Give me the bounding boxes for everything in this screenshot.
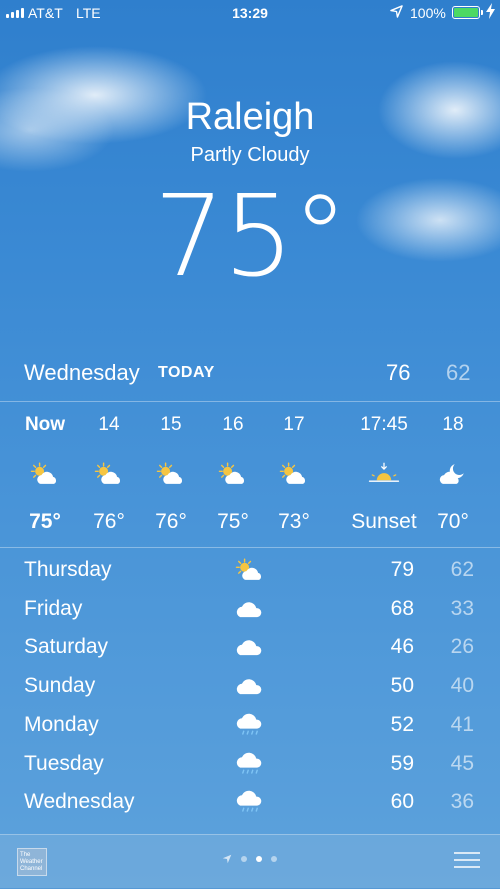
daily-low: 33 (450, 596, 474, 620)
rain-icon (232, 788, 268, 818)
daily-high: 79 (390, 558, 414, 581)
hourly-time-label: 17:45 (360, 414, 408, 435)
status-bar: AT&T LTE 13:29 100% (0, 0, 500, 26)
partly-cloudy-icon (10, 460, 80, 490)
daily-day-name: Wednesday (24, 790, 135, 814)
daily-forecast-row: Wednesday 60 36 (0, 786, 500, 824)
daily-high: 50 (390, 674, 414, 698)
city-name: Raleigh (185, 96, 315, 138)
daily-low: 45 (450, 751, 474, 775)
battery-percentage: 100% (410, 5, 446, 21)
hourly-time-label: 17 (283, 414, 305, 435)
divider (0, 401, 500, 402)
partly-cloudy-icon (232, 556, 268, 586)
page-indicator[interactable] (222, 854, 277, 864)
cloud-icon (232, 595, 268, 625)
battery-icon (452, 6, 480, 19)
hourly-temperature: 76° (155, 510, 187, 533)
daily-day-name: Friday (24, 596, 83, 620)
charging-bolt-icon (486, 3, 495, 22)
current-condition: Partly Cloudy (190, 144, 310, 166)
hourly-time-label: 16 (222, 414, 244, 435)
daily-forecast-row: Friday 68 33 (0, 593, 500, 631)
page-dot (241, 856, 247, 862)
current-location-icon (222, 854, 232, 864)
daily-forecast-row: Thursday 79 62 (0, 554, 500, 592)
daily-forecast-row: Tuesday 59 45 (0, 748, 500, 786)
page-dot (271, 856, 277, 862)
weather-channel-logo[interactable]: The Weather Channel (17, 848, 47, 876)
hourly-time-label: 15 (160, 414, 182, 435)
hourly-temperature: 75° (29, 510, 61, 533)
rain-icon (232, 711, 268, 741)
partly-cloudy-icon (74, 460, 144, 490)
daily-low: 62 (450, 558, 474, 581)
daily-forecast-row: Sunday 50 40 (0, 670, 500, 708)
today-day-name: Wednesday (24, 360, 140, 385)
today-low: 62 (446, 360, 471, 385)
rain-icon (232, 750, 268, 780)
hourly-time-label: Now (24, 414, 66, 435)
today-label: TODAY (158, 364, 215, 381)
daily-forecast-row: Monday 52 41 (0, 709, 500, 747)
daily-low: 41 (450, 712, 474, 736)
partly-cloudy-icon (198, 460, 268, 490)
daily-day-name: Tuesday (24, 751, 104, 775)
daily-high: 60 (390, 790, 414, 814)
daily-high: 68 (390, 596, 414, 620)
city-list-icon[interactable] (454, 852, 480, 873)
cloud-icon (232, 633, 268, 663)
daily-low: 36 (450, 790, 474, 814)
location-services-icon (390, 5, 403, 21)
hourly-time-label: 14 (98, 414, 120, 435)
daily-forecast-row: Saturday 46 26 (0, 631, 500, 669)
battery-tip (481, 10, 483, 15)
current-temperature: 75° (153, 172, 349, 302)
daily-high: 59 (390, 751, 414, 775)
daily-forecast-list[interactable]: Thursday 79 62 Friday 68 33 Saturday 46 26 Sunday… (0, 554, 500, 834)
cloud-icon (232, 672, 268, 702)
daily-low: 40 (450, 674, 474, 698)
daily-day-name: Sunday (24, 674, 96, 698)
daily-high: 52 (390, 712, 414, 736)
daily-day-name: Saturday (24, 635, 109, 659)
hourly-time-label: 18 (442, 414, 464, 435)
daily-low: 26 (450, 635, 474, 659)
daily-day-name: Thursday (24, 558, 112, 581)
today-summary-row: Wednesday TODAY 76 62 (0, 358, 500, 398)
hourly-forecast-strip[interactable]: Now 75° 14 76° 15 76° 16 75° 17 73° 17:45 Sunset 18 7… (0, 414, 500, 534)
divider (0, 547, 500, 548)
partly-cloudy-icon (259, 460, 329, 490)
partly-cloudy-night-icon (418, 460, 488, 490)
sunset-icon (339, 460, 429, 490)
hourly-temperature: 70° (437, 510, 469, 533)
daily-high: 46 (390, 635, 414, 659)
today-high: 76 (386, 360, 411, 385)
partly-cloudy-icon (136, 460, 206, 490)
hourly-temperature: 76° (93, 510, 125, 533)
page-dot-active (256, 856, 262, 862)
hourly-temperature: 75° (217, 510, 249, 533)
daily-day-name: Monday (24, 712, 99, 736)
hourly-temperature: 73° (278, 510, 310, 533)
hourly-temperature: Sunset (351, 510, 417, 533)
